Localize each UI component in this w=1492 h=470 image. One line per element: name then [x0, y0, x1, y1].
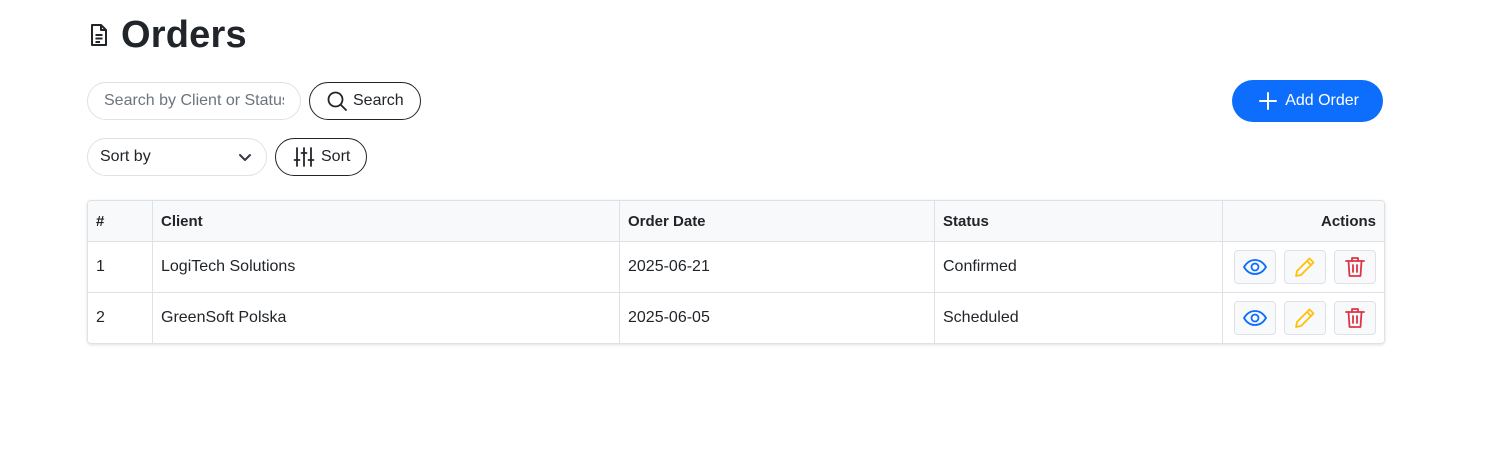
search-icon: [327, 91, 347, 111]
chevron-down-icon: [238, 152, 252, 162]
add-order-button[interactable]: Add Order: [1232, 80, 1383, 122]
sliders-icon: [293, 146, 315, 168]
search-button[interactable]: Search: [309, 82, 421, 120]
sort-button[interactable]: Sort: [275, 138, 368, 176]
pencil-icon: [1294, 256, 1316, 278]
edit-button[interactable]: [1284, 250, 1326, 284]
cell-client: LogiTech Solutions: [152, 241, 620, 293]
column-header-status: Status: [934, 201, 1223, 242]
search-input[interactable]: [87, 82, 301, 120]
page-title: Orders: [121, 14, 247, 56]
eye-icon: [1243, 310, 1267, 326]
view-button[interactable]: [1234, 250, 1276, 284]
cell-status: Scheduled: [934, 292, 1223, 343]
orders-table: # Client Order Date Status Actions 1 Log…: [87, 200, 1385, 344]
cell-number: 1: [88, 241, 153, 293]
cell-status: Confirmed: [934, 241, 1223, 293]
delete-button[interactable]: [1334, 301, 1376, 335]
table-row: 2 GreenSoft Polska 2025-06-05 Scheduled: [88, 292, 1385, 344]
pencil-icon: [1294, 307, 1316, 329]
column-header-client: Client: [152, 201, 620, 242]
cell-client: GreenSoft Polska: [152, 292, 620, 343]
delete-button[interactable]: [1334, 250, 1376, 284]
sort-select-value: Sort by: [100, 148, 151, 165]
search-button-label: Search: [353, 92, 404, 109]
view-button[interactable]: [1234, 301, 1276, 335]
cell-actions: [1223, 293, 1385, 344]
trash-icon: [1345, 307, 1365, 329]
plus-icon: [1259, 92, 1278, 110]
sort-button-label: Sort: [321, 148, 351, 165]
table-row: 1 LogiTech Solutions 2025-06-21 Confirme…: [88, 241, 1384, 293]
cell-actions: [1222, 241, 1384, 293]
document-icon: [89, 21, 113, 49]
title-row: Orders: [87, 12, 1383, 58]
orders-page: Orders Search Add Order Sort: [87, 0, 1385, 344]
column-header-order-date: Order Date: [619, 201, 935, 242]
cell-order-date: 2025-06-21: [619, 241, 935, 293]
cell-order-date: 2025-06-05: [619, 292, 935, 343]
add-order-label: Add Order: [1285, 92, 1359, 109]
edit-button[interactable]: [1284, 301, 1326, 335]
trash-icon: [1345, 256, 1365, 278]
sort-row: Sort by Sort: [87, 138, 1383, 176]
eye-icon: [1243, 259, 1267, 275]
sort-select[interactable]: Sort by: [87, 138, 267, 176]
cell-number: 2: [88, 292, 153, 343]
table-header-row: # Client Order Date Status Actions: [88, 201, 1384, 242]
column-header-number: #: [88, 201, 153, 242]
column-header-actions: Actions: [1222, 201, 1384, 242]
toolbar: Search Add Order: [87, 80, 1383, 122]
